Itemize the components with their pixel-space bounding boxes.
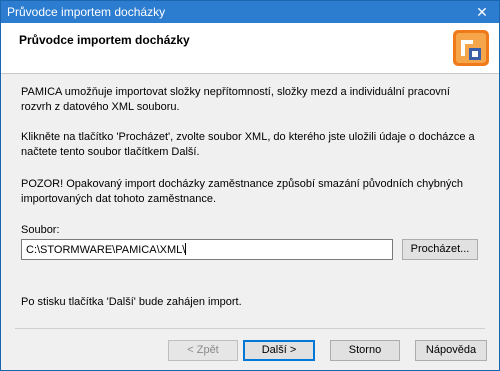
help-button[interactable]: Nápověda xyxy=(415,340,487,361)
next-button[interactable]: Další > xyxy=(243,340,315,361)
title-bar[interactable]: Průvodce importem docházky ✕ xyxy=(1,1,499,23)
close-icon[interactable]: ✕ xyxy=(465,1,499,23)
pamica-logo-icon xyxy=(453,30,489,66)
file-path-value: C:\STORMWARE\PAMICA\XML\ xyxy=(26,244,186,256)
file-path-input[interactable]: C:\STORMWARE\PAMICA\XML\ xyxy=(21,239,393,260)
cancel-button[interactable]: Storno xyxy=(330,340,400,361)
browse-button[interactable]: Procházet... xyxy=(402,239,478,260)
wizard-content: PAMICA umožňuje importovat složky nepřít… xyxy=(1,74,499,326)
text-caret xyxy=(185,243,187,255)
footer-divider xyxy=(15,328,485,329)
instruction-text: Klikněte na tlačítko 'Procházet', zvolte… xyxy=(21,131,475,158)
import-wizard-window: Průvodce importem docházky ✕ Průvodce im… xyxy=(0,0,500,371)
back-button[interactable]: < Zpět xyxy=(168,340,238,361)
footer-note: Po stisku tlačítka 'Další' bude zahájen … xyxy=(21,296,242,308)
wizard-header: Průvodce importem docházky xyxy=(1,23,499,74)
intro-text: PAMICA umožňuje importovat složky nepřít… xyxy=(21,86,450,113)
window-title: Průvodce importem docházky xyxy=(7,5,166,19)
warning-text: POZOR! Opakovaný import docházky zaměstn… xyxy=(21,178,464,205)
page-title: Průvodce importem docházky xyxy=(19,33,190,47)
file-label: Soubor: xyxy=(21,224,60,236)
